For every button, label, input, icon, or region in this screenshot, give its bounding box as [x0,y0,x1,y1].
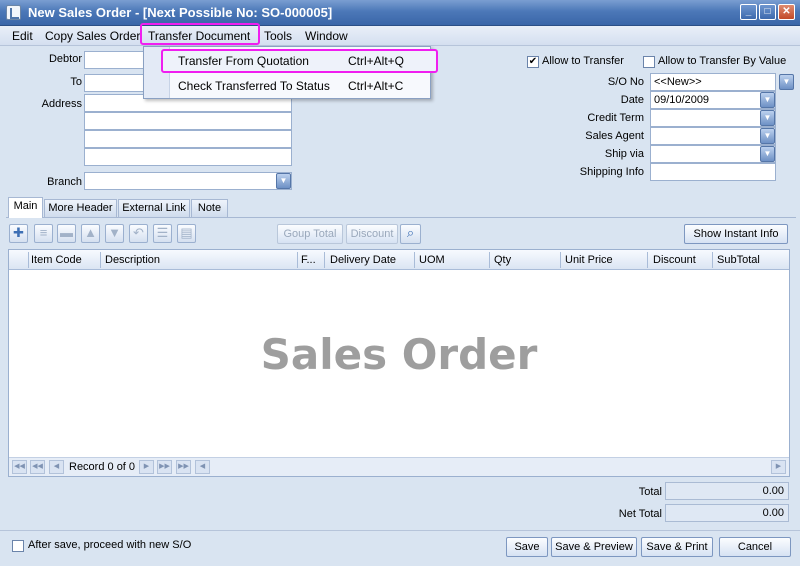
col-delivery-date[interactable]: Delivery Date [330,254,396,266]
move-down-icon[interactable]: ▼ [105,224,124,243]
col-unit-price[interactable]: Unit Price [565,254,613,266]
window-title: New Sales Order - [Next Possible No: SO-… [28,5,333,20]
date-input[interactable]: 09/10/2009 [650,91,776,109]
address-label: Address [41,98,82,110]
prev-page-icon[interactable]: ◀◀ [30,460,45,474]
sales-agent-label: Sales Agent [585,130,644,142]
col-uom[interactable]: UOM [419,254,445,266]
sales-agent-select[interactable] [650,127,776,145]
group-total-button[interactable]: Goup Total [277,224,343,244]
save-button[interactable]: Save [506,537,548,557]
address-line-2[interactable] [84,112,292,130]
branch-label: Branch [47,176,82,188]
tab-more-header[interactable]: More Header [44,199,117,217]
menu-item-check-transferred-status[interactable]: Check Transferred To Status [178,79,330,93]
maximize-icon[interactable]: □ [759,4,776,20]
allow-transfer-label: Allow to Transfer [542,55,624,67]
col-item-code[interactable]: Item Code [31,254,82,266]
shortcut-check-transferred-status: Ctrl+Alt+C [348,79,404,93]
sales-order-watermark: Sales Order [260,330,538,379]
discount-button[interactable]: Discount [346,224,398,244]
menu-item-transfer-from-quotation[interactable]: Transfer From Quotation [178,54,309,68]
scroll-left-icon[interactable]: ◀ [195,460,210,474]
first-record-icon[interactable]: ◀◀ [12,460,27,474]
record-counter: Record 0 of 0 [69,461,136,473]
transfer-document-menu: Transfer From Quotation Ctrl+Alt+Q Check… [143,46,438,99]
menu-copy-sales-order[interactable]: Copy Sales Order [45,29,140,43]
total-label: Total [638,486,662,498]
shortcut-transfer-from-quotation: Ctrl+Alt+Q [348,54,405,68]
next-record-icon[interactable]: ▶ [139,460,154,474]
menu-transfer-document[interactable]: Transfer Document [148,29,250,43]
chevron-down-icon[interactable]: ▼ [760,128,775,144]
credit-term-select[interactable] [650,109,776,127]
so-no-label: S/O No [607,76,644,88]
allow-transfer-checkbox[interactable]: ✔ [527,56,539,68]
shipping-info-label: Shipping Info [579,166,644,178]
col-description[interactable]: Description [105,254,160,266]
debtor-label: Debtor [48,53,82,65]
save-preview-button[interactable]: Save & Preview [551,537,637,557]
calendar-dropdown-icon[interactable]: ▼ [760,92,775,108]
tab-divider [6,217,796,218]
col-f[interactable]: F... [301,254,316,266]
credit-term-label: Credit Term [587,112,644,124]
shipping-info-input[interactable] [650,163,776,181]
show-instant-info-button[interactable]: Show Instant Info [684,224,788,244]
title-bar: New Sales Order - [Next Possible No: SO-… [0,0,800,26]
subtotal-icon[interactable]: ☰ [153,224,172,243]
address-line-4[interactable] [84,148,292,166]
col-qty[interactable]: Qty [494,254,511,266]
item-grid[interactable]: Item Code Description F... Delivery Date… [8,249,790,477]
tab-note[interactable]: Note [191,199,228,217]
branch-select[interactable] [84,172,292,190]
prev-record-icon[interactable]: ◀ [49,460,64,474]
move-up-icon[interactable]: ▲ [81,224,100,243]
delete-row-icon[interactable]: ▬ [57,224,76,243]
close-icon[interactable]: ✕ [778,4,795,20]
col-subtotal[interactable]: SubTotal [717,254,760,266]
chevron-down-icon[interactable]: ▼ [760,110,775,126]
detail-icon[interactable]: ▤ [177,224,196,243]
cancel-button[interactable]: Cancel [719,537,791,557]
grid-header: Item Code Description F... Delivery Date… [9,250,789,270]
grid-navigator: ◀◀ ◀◀ ◀ Record 0 of 0 ▶ ▶▶ ▶▶ ◀ ▶ [9,457,789,476]
next-page-icon[interactable]: ▶▶ [157,460,172,474]
chevron-down-icon[interactable]: ▼ [276,173,291,189]
after-save-checkbox[interactable] [12,540,24,552]
menu-tools[interactable]: Tools [264,29,292,43]
chevron-down-icon[interactable]: ▼ [779,74,794,90]
debtor-input[interactable] [84,51,144,69]
total-value: 0.00 [665,482,789,500]
app-icon [6,5,21,20]
to-label: To [70,76,82,88]
tab-external-link[interactable]: External Link [118,199,190,217]
allow-transfer-value-checkbox[interactable] [643,56,655,68]
menu-edit[interactable]: Edit [12,29,33,43]
footer-divider [0,530,800,531]
ship-via-select[interactable] [650,145,776,163]
insert-row-icon[interactable]: ≡ [34,224,53,243]
address-line-3[interactable] [84,130,292,148]
allow-transfer-value-label: Allow to Transfer By Value [658,55,787,67]
after-save-label: After save, proceed with new S/O [28,539,192,551]
so-no-input[interactable]: <<New>> [650,73,776,91]
save-print-button[interactable]: Save & Print [641,537,713,557]
menu-window[interactable]: Window [305,29,348,43]
search-icon[interactable]: ⌕ [400,224,421,244]
net-total-label: Net Total [618,508,662,520]
last-record-icon[interactable]: ▶▶ [176,460,191,474]
chevron-down-icon[interactable]: ▼ [760,146,775,162]
add-row-icon[interactable]: ✚ [9,224,28,243]
tab-main[interactable]: Main [8,197,43,218]
ship-via-label: Ship via [604,148,644,160]
to-input[interactable] [84,74,144,92]
col-discount[interactable]: Discount [653,254,696,266]
net-total-value: 0.00 [665,504,789,522]
scroll-right-icon[interactable]: ▶ [771,460,786,474]
minimize-icon[interactable]: _ [740,4,757,20]
undo-icon[interactable]: ↶ [129,224,148,243]
menu-bar: Edit Copy Sales Order Transfer Document … [0,23,800,46]
date-label: Date [620,94,644,106]
